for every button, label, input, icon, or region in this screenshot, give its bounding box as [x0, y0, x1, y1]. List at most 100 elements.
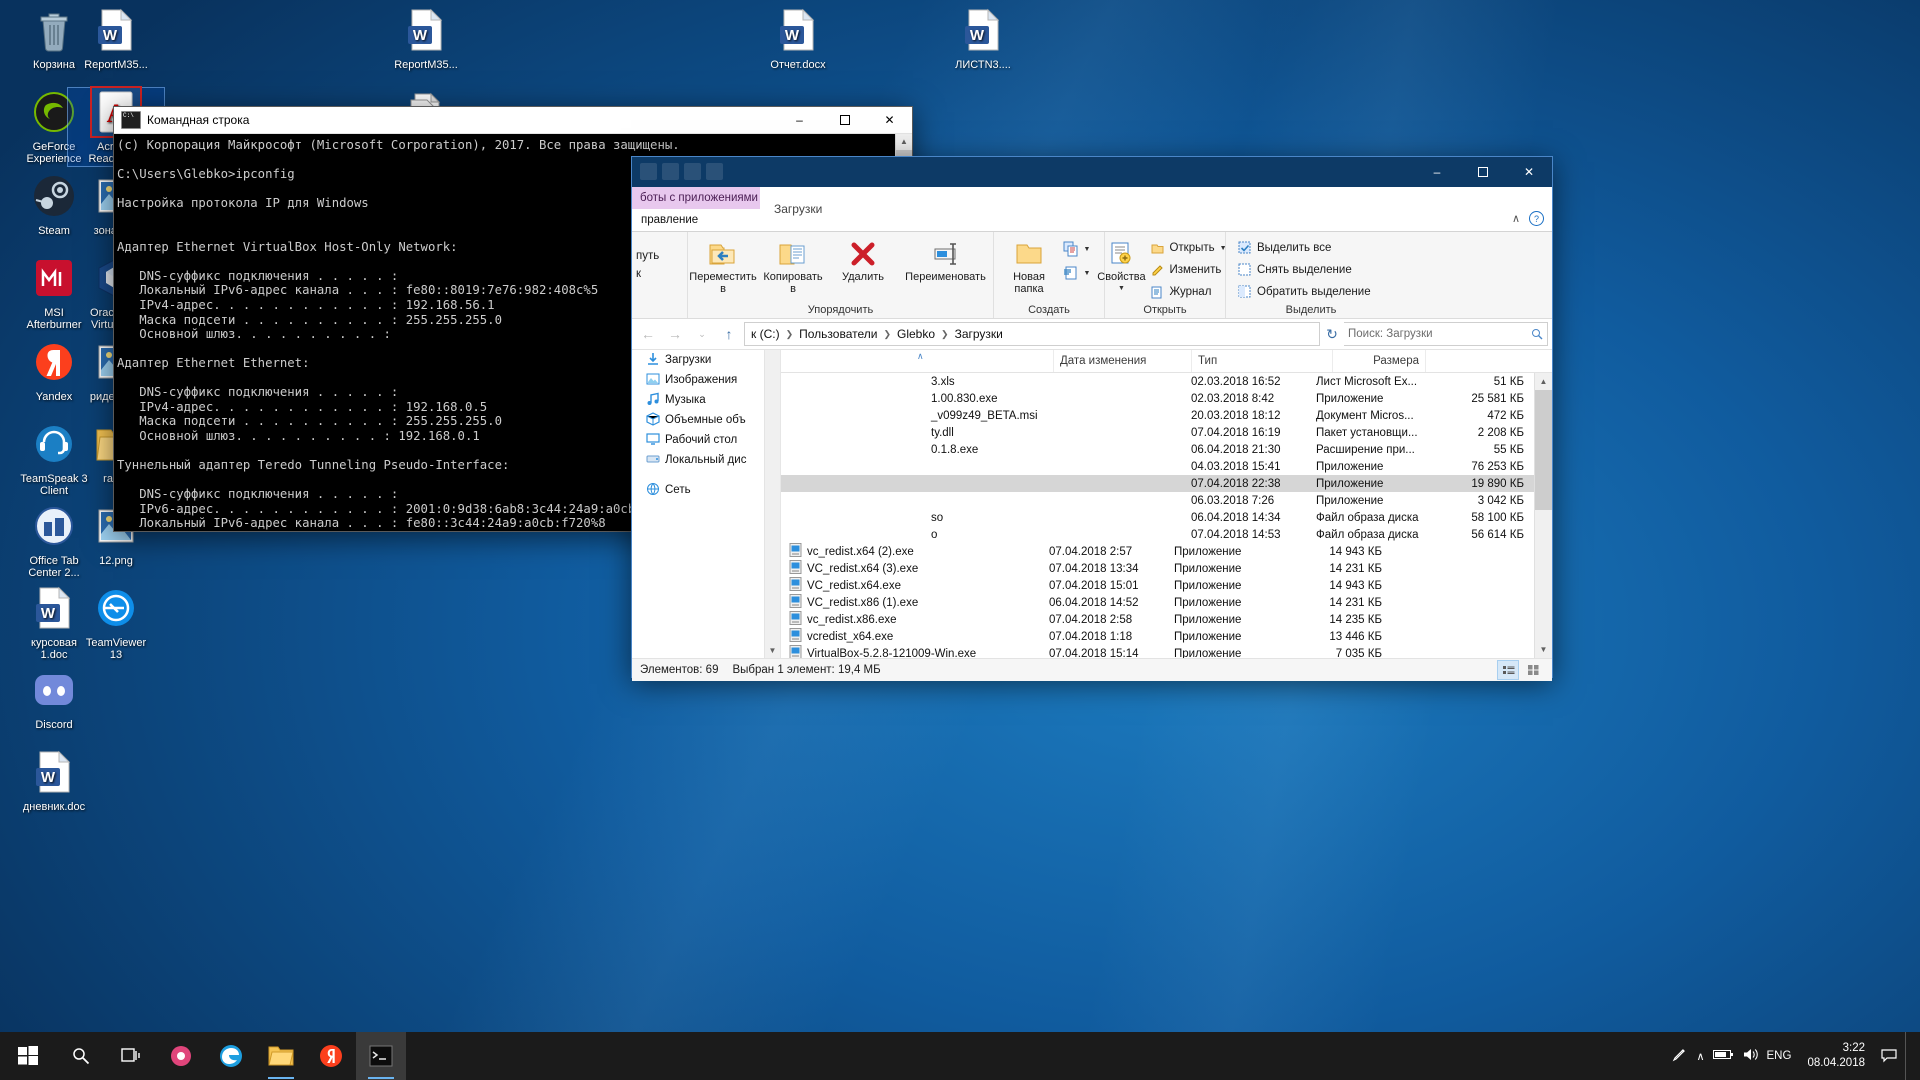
- copy-to-button[interactable]: Копировать в: [758, 235, 828, 297]
- tab-downloads[interactable]: Загрузки: [760, 187, 836, 231]
- table-row[interactable]: o07.04.2018 14:53Файл образа диска56 614…: [781, 526, 1535, 543]
- navigation-tree[interactable]: ЗагрузкиИзображенияМузыкаОбъемные объРаб…: [632, 350, 781, 658]
- task-view-button[interactable]: [106, 1032, 156, 1080]
- tree-scroll-down-icon[interactable]: ▼: [765, 643, 780, 658]
- file-name-cell[interactable]: vc_redist.x86.exe: [781, 611, 1049, 628]
- collapse-ribbon-icon[interactable]: ∧: [1512, 212, 1520, 225]
- breadcrumb-item[interactable]: Glebko: [893, 326, 939, 342]
- col-size[interactable]: Размера: [1333, 350, 1426, 372]
- copy-path-button[interactable]: путь: [632, 232, 659, 262]
- desktop-icon-reportm35-doc-2[interactable]: WReportM35...: [378, 6, 474, 72]
- tree-pictures[interactable]: Изображения: [632, 370, 780, 390]
- help-icon[interactable]: ?: [1529, 211, 1544, 226]
- large-icons-view-icon[interactable]: [1522, 660, 1544, 680]
- table-row[interactable]: 0.1.8.exe06.04.2018 21:30Расширение при.…: [781, 441, 1535, 458]
- breadcrumb-item[interactable]: к (C:): [747, 326, 784, 342]
- desktop-icon-listn3-doc[interactable]: WЛИСТN3....: [935, 6, 1031, 72]
- rename-button[interactable]: Переименовать: [898, 235, 993, 285]
- qat-new-folder-icon[interactable]: [684, 163, 701, 180]
- breadcrumb-item[interactable]: Пользователи: [795, 326, 881, 342]
- language-indicator[interactable]: ENG: [1767, 1050, 1792, 1062]
- table-row[interactable]: VC_redist.x64 (3).exe07.04.2018 13:34При…: [781, 560, 1535, 577]
- desktop-icon-teamviewer-13[interactable]: TeamViewer 13: [68, 584, 164, 662]
- qat-properties-icon[interactable]: [662, 163, 679, 180]
- tree-scrollbar[interactable]: ▼: [764, 350, 780, 658]
- file-list-scrollbar[interactable]: ▲ ▼: [1534, 373, 1552, 658]
- open-button[interactable]: Открыть ▼: [1145, 238, 1232, 258]
- start-button[interactable]: [0, 1032, 56, 1080]
- table-row[interactable]: 3.xls02.03.2018 16:52Лист Microsoft Ex..…: [781, 373, 1535, 390]
- details-view-icon[interactable]: [1497, 660, 1519, 680]
- notification-icon[interactable]: [1881, 1047, 1897, 1066]
- invert-selection-button[interactable]: Обратить выделение: [1232, 282, 1377, 302]
- file-list[interactable]: 3.xls02.03.2018 16:52Лист Microsoft Ex..…: [781, 373, 1535, 658]
- history-button[interactable]: Журнал: [1145, 282, 1232, 302]
- new-folder-button[interactable]: Новая папка: [1002, 235, 1057, 297]
- column-headers[interactable]: ∧Дата измененияТипРазмера: [781, 350, 1552, 373]
- file-name-cell[interactable]: VirtualBox-5.2.8-121009-Win.exe: [781, 645, 1049, 658]
- col-date[interactable]: Дата изменения: [1054, 350, 1192, 372]
- explorer-titlebar[interactable]: – ✕: [632, 157, 1552, 187]
- tab-manage[interactable]: правление: [632, 209, 776, 231]
- file-explorer-window[interactable]: – ✕ боты с приложениями правление Загруз…: [631, 156, 1553, 678]
- quick-access-toolbar[interactable]: [640, 163, 723, 180]
- file-scroll-down-icon[interactable]: ▼: [1535, 641, 1552, 658]
- clock[interactable]: 3:22 08.04.2018: [1799, 1041, 1873, 1071]
- qat-customize-icon[interactable]: [706, 163, 723, 180]
- refresh-button[interactable]: ↻: [1323, 322, 1341, 346]
- desktop-icon-otchet-docx[interactable]: WОтчет.docx: [750, 6, 846, 72]
- file-name-cell[interactable]: 0.1.8.exe: [781, 444, 1191, 456]
- explorer-close-button[interactable]: ✕: [1506, 157, 1552, 187]
- table-row[interactable]: 07.04.2018 22:38Приложение19 890 КБ: [781, 475, 1535, 492]
- desktop-icon-dnevnik-doc[interactable]: Wдневник.doc: [6, 748, 102, 814]
- taskbar-app-pink[interactable]: [156, 1032, 206, 1080]
- command-prompt-titlebar[interactable]: Командная строка – ✕: [114, 107, 912, 134]
- breadcrumb-item[interactable]: Загрузки: [951, 326, 1007, 342]
- file-name-cell[interactable]: vc_redist.x64 (2).exe: [781, 543, 1049, 560]
- close-button[interactable]: ✕: [867, 107, 912, 133]
- file-name-cell[interactable]: VC_redist.x86 (1).exe: [781, 594, 1049, 611]
- tree-desktop[interactable]: Рабочий стол: [632, 430, 780, 450]
- easy-access-button[interactable]: ▼: [1057, 263, 1097, 283]
- table-row[interactable]: 04.03.2018 15:41Приложение76 253 КБ: [781, 458, 1535, 475]
- table-row[interactable]: vc_redist.x86.exe07.04.2018 2:58Приложен…: [781, 611, 1535, 628]
- table-row[interactable]: VirtualBox-5.2.8-121009-Win.exe07.04.201…: [781, 645, 1535, 658]
- volume-icon[interactable]: [1742, 1047, 1759, 1065]
- file-name-cell[interactable]: o: [781, 529, 1191, 541]
- desktop-icon-discord[interactable]: Discord: [6, 666, 102, 732]
- tree-music[interactable]: Музыка: [632, 390, 780, 410]
- delete-button[interactable]: Удалить: [828, 235, 898, 285]
- col-type[interactable]: Тип: [1192, 350, 1333, 372]
- forward-button[interactable]: →: [663, 322, 687, 346]
- battery-icon[interactable]: [1713, 1048, 1734, 1064]
- scroll-up-icon[interactable]: ▲: [896, 134, 912, 149]
- taskbar-cmd[interactable]: [356, 1032, 406, 1080]
- new-item-button[interactable]: ▼: [1057, 239, 1097, 259]
- file-name-cell[interactable]: VC_redist.x64.exe: [781, 577, 1049, 594]
- col-name[interactable]: ∧: [781, 350, 1054, 372]
- table-row[interactable]: 1.00.830.exe02.03.2018 8:42Приложение25 …: [781, 390, 1535, 407]
- file-name-cell[interactable]: 3.xls: [781, 376, 1191, 388]
- desktop-icon-reportm35-doc-1[interactable]: WReportM35...: [68, 6, 164, 72]
- table-row[interactable]: _v099z49_BETA.msi20.03.2018 18:12Докумен…: [781, 407, 1535, 424]
- tray-expand-icon[interactable]: ∧: [1696, 1050, 1704, 1063]
- file-scroll-thumb[interactable]: [1535, 390, 1552, 510]
- back-button[interactable]: ←: [636, 322, 660, 346]
- select-all-button[interactable]: Выделить все: [1232, 238, 1377, 258]
- file-name-cell[interactable]: so: [781, 512, 1191, 524]
- maximize-button[interactable]: [822, 107, 867, 133]
- tree-3dobjects[interactable]: Объемные объ: [632, 410, 780, 430]
- paste-shortcut-button[interactable]: к: [632, 262, 641, 280]
- minimize-button[interactable]: –: [777, 107, 822, 133]
- file-list-pane[interactable]: 3.xls02.03.2018 16:52Лист Microsoft Ex..…: [781, 373, 1552, 658]
- move-to-button[interactable]: Переместить в: [688, 235, 758, 297]
- table-row[interactable]: VC_redist.x64.exe07.04.2018 15:01Приложе…: [781, 577, 1535, 594]
- table-row[interactable]: so06.04.2018 14:34Файл образа диска58 10…: [781, 509, 1535, 526]
- pen-icon[interactable]: [1671, 1046, 1688, 1066]
- file-name-cell[interactable]: ty.dll: [781, 427, 1191, 439]
- search-button[interactable]: [56, 1032, 106, 1080]
- recent-locations-button[interactable]: ⌄: [690, 322, 714, 346]
- file-name-cell[interactable]: VC_redist.x64 (3).exe: [781, 560, 1049, 577]
- table-row[interactable]: ty.dll07.04.2018 16:19Пакет установщи...…: [781, 424, 1535, 441]
- file-name-cell[interactable]: vcredist_x64.exe: [781, 628, 1049, 645]
